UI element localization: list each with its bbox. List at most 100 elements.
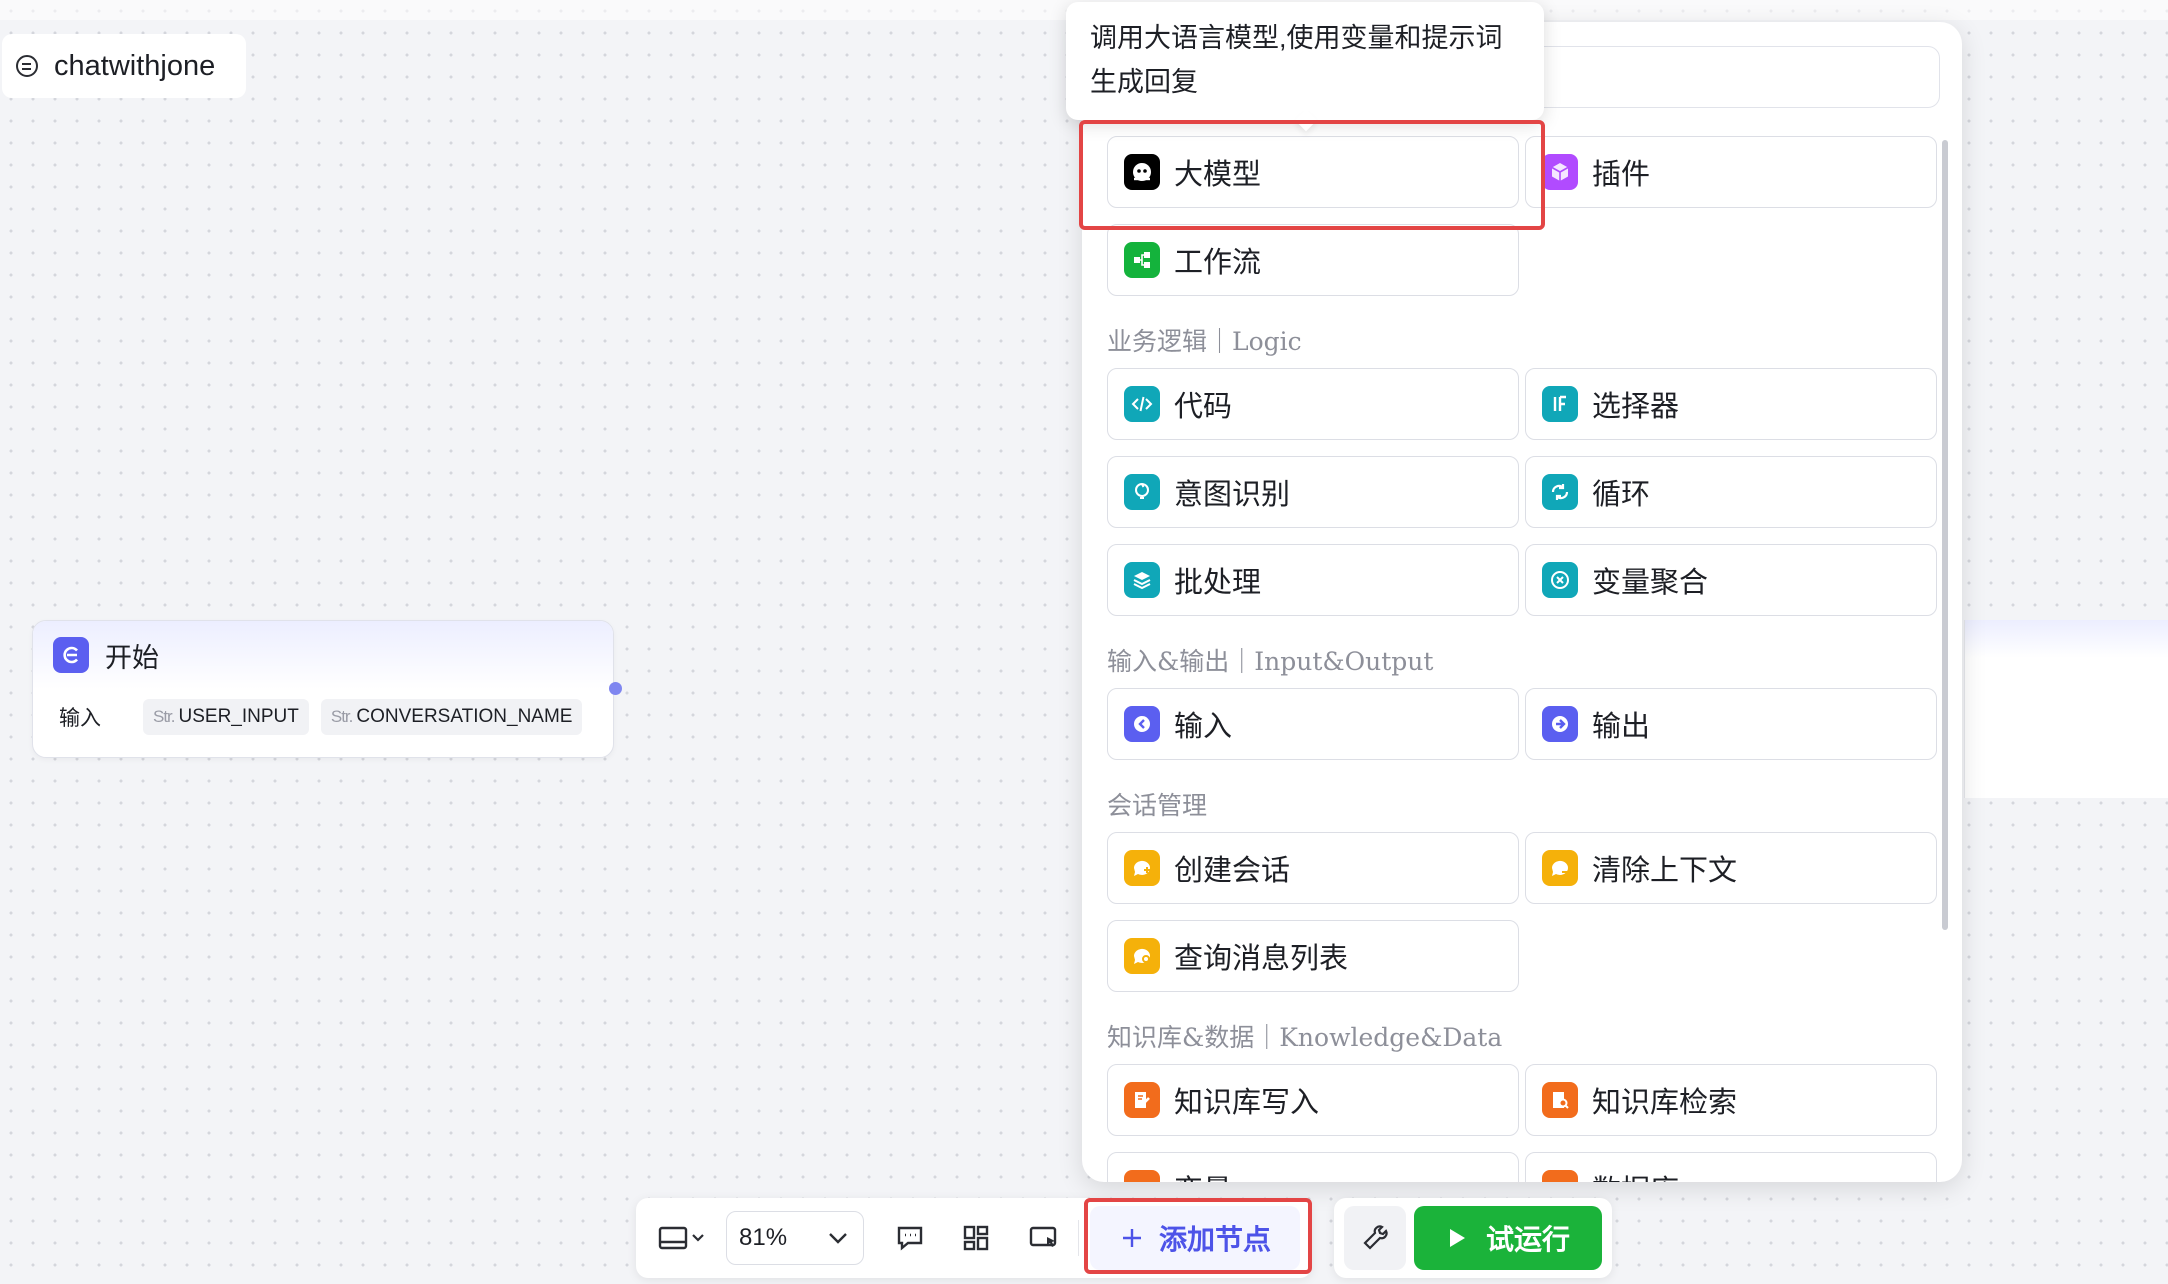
variable-icon (1124, 1170, 1160, 1182)
node-item-label: 知识库写入 (1174, 1087, 1320, 1119)
comment-button[interactable] (886, 1214, 934, 1262)
llm-tooltip: 调用大语言模型,使用变量和提示词生成回复 (1066, 2, 1544, 132)
node-item-label: 变量聚合 (1592, 567, 1709, 599)
add-node-label: 添加节点 (1158, 1224, 1271, 1255)
minimap-icon (658, 1226, 704, 1250)
mouse-mode-icon (1029, 1226, 1057, 1247)
plus-icon (1122, 1229, 1141, 1247)
tooltip-text: 调用大语言模型,使用变量和提示词生成回复 (1090, 23, 1503, 97)
node-item-label: 知识库检索 (1592, 1087, 1738, 1119)
run-toolbar: 试运行 (1334, 1198, 1612, 1278)
node-item-batch[interactable]: 批处理 (1107, 544, 1519, 616)
start-node-inputs: 输入 Str. USER_INPUT Str. CONVERSATION_NAM… (33, 699, 613, 735)
panel-scrollbar[interactable] (1942, 140, 1948, 930)
test-run-button[interactable]: 试运行 (1414, 1206, 1602, 1270)
node-item-output[interactable]: 输出 (1525, 688, 1937, 760)
workflow-title-chip[interactable]: chatwithjone (2, 34, 246, 98)
node-item-label: 代码 (1174, 391, 1233, 423)
node-item-label: 变量 (1174, 1167, 1232, 1182)
node-item-knowledge-search[interactable]: 知识库检索 (1525, 1064, 1937, 1136)
database-icon (1542, 1170, 1578, 1182)
param-type: Str. (330, 707, 353, 726)
add-node-panel: 大模型 插件 工作流 业务逻辑｜Logic 代码 选择器 意图识别 循环 批处理… (1082, 22, 1962, 1182)
node-item-workflow[interactable]: 工作流 (1107, 224, 1519, 296)
node-item-label: 大模型 (1174, 159, 1262, 191)
input-label: 输入 (59, 707, 101, 730)
section-title-conversation: 会话管理 (1107, 791, 1208, 820)
node-item-variable-merge[interactable]: 变量聚合 (1525, 544, 1937, 616)
output-icon (1542, 706, 1578, 742)
param-type: Str. (153, 707, 175, 726)
test-run-label: 试运行 (1485, 1224, 1570, 1255)
batch-icon (1124, 562, 1160, 598)
node-item-loop[interactable]: 循环 (1525, 456, 1937, 528)
section-title-io: 输入&输出｜Input&Output (1107, 647, 1434, 676)
node-item-code[interactable]: 代码 (1107, 368, 1519, 440)
start-node[interactable]: 开始 输入 Str. USER_INPUT Str. CONVERSATION_… (32, 620, 614, 758)
param-name: USER_INPUT (178, 706, 299, 727)
wrench-icon (1363, 1225, 1388, 1250)
chat-icon (16, 55, 38, 77)
play-icon (1449, 1229, 1465, 1247)
knowledge-write-icon (1124, 1082, 1160, 1118)
node-item-variable[interactable]: 变量 (1107, 1152, 1519, 1182)
param-tag: Str. CONVERSATION_NAME (320, 699, 583, 735)
node-item-clear-context[interactable]: 清除上下文 (1525, 832, 1937, 904)
node-search-input[interactable] (1522, 46, 1940, 108)
node-item-label: 循环 (1592, 479, 1651, 511)
comment-icon (897, 1226, 923, 1251)
node-item-label: 创建会话 (1174, 855, 1291, 887)
node-item-llm[interactable]: 大模型 (1107, 136, 1519, 208)
llm-icon (1124, 154, 1160, 190)
debug-settings-button[interactable] (1344, 1206, 1406, 1270)
node-item-selector[interactable]: 选择器 (1525, 368, 1937, 440)
node-item-label: 选择器 (1592, 391, 1680, 423)
zoom-value: 81% (739, 1224, 788, 1251)
node-item-label: 输出 (1592, 711, 1651, 743)
section-title-knowledge: 知识库&数据｜Knowledge&Data (1107, 1023, 1503, 1052)
add-node-button[interactable]: 添加节点 (1090, 1206, 1300, 1270)
node-item-label: 清除上下文 (1592, 855, 1738, 887)
canvas-toolbar: 81% 添加节点 (636, 1198, 1312, 1278)
layout-icon (963, 1225, 989, 1251)
chevron-down-icon (829, 1233, 847, 1244)
start-node-title: 开始 (105, 642, 159, 673)
node-item-label: 查询消息列表 (1174, 943, 1349, 975)
workflow-icon (1124, 242, 1160, 278)
query-messages-icon (1124, 938, 1160, 974)
node-item-label: 插件 (1592, 159, 1651, 191)
node-item-label: 批处理 (1174, 567, 1262, 599)
node-item-input[interactable]: 输入 (1107, 688, 1519, 760)
clear-context-icon (1542, 850, 1578, 886)
node-item-plugin[interactable]: 插件 (1525, 136, 1937, 208)
zoom-select[interactable]: 81% (726, 1211, 864, 1265)
node-item-query-messages[interactable]: 查询消息列表 (1107, 920, 1519, 992)
param-name: CONVERSATION_NAME (356, 706, 573, 727)
toolbar-divider (1078, 1220, 1079, 1256)
if-icon (1542, 386, 1578, 422)
background-node (1964, 620, 2168, 798)
auto-layout-button[interactable] (952, 1214, 1000, 1262)
interaction-mode-button[interactable] (1020, 1214, 1068, 1262)
node-item-intent[interactable]: 意图识别 (1107, 456, 1519, 528)
create-conversation-icon (1124, 850, 1160, 886)
param-tag: Str. USER_INPUT (143, 699, 309, 735)
node-item-label: 意图识别 (1174, 479, 1291, 511)
section-title-logic: 业务逻辑｜Logic (1107, 327, 1302, 356)
workflow-title: chatwithjone (54, 49, 216, 82)
node-item-label: 输入 (1174, 711, 1233, 743)
plugin-icon (1542, 154, 1578, 190)
start-node-header: 开始 (33, 621, 613, 689)
code-icon (1124, 386, 1160, 422)
node-item-database[interactable]: 数据库 (1525, 1152, 1937, 1182)
intent-icon (1124, 474, 1160, 510)
node-item-label: 数据库 (1592, 1167, 1679, 1182)
start-icon (53, 637, 89, 673)
node-item-create-conversation[interactable]: 创建会话 (1107, 832, 1519, 904)
node-item-knowledge-write[interactable]: 知识库写入 (1107, 1064, 1519, 1136)
knowledge-search-icon (1542, 1082, 1578, 1118)
input-icon (1124, 706, 1160, 742)
minimap-toggle-button[interactable] (650, 1214, 714, 1262)
node-item-label: 工作流 (1174, 247, 1262, 279)
start-node-output-port[interactable] (609, 682, 622, 695)
